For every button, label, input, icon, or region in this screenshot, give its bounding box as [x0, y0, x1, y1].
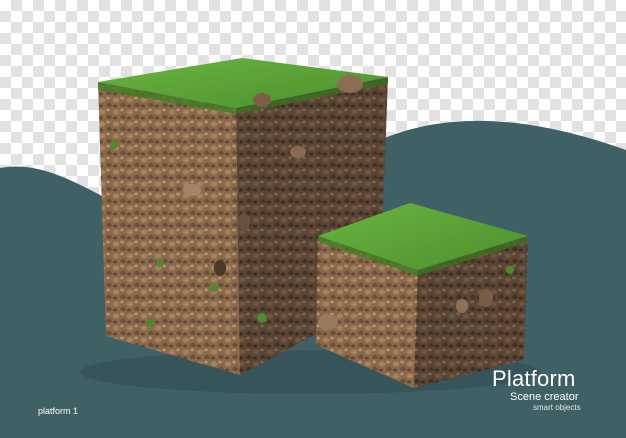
subtitle-small-text: smart objects [533, 403, 581, 412]
subtitle-text: Scene creator [510, 391, 579, 403]
canvas: Platform Scene creator smart objects pla… [0, 0, 626, 438]
title-text: Platform [492, 366, 576, 391]
caption-text: platform 1 [38, 406, 79, 416]
